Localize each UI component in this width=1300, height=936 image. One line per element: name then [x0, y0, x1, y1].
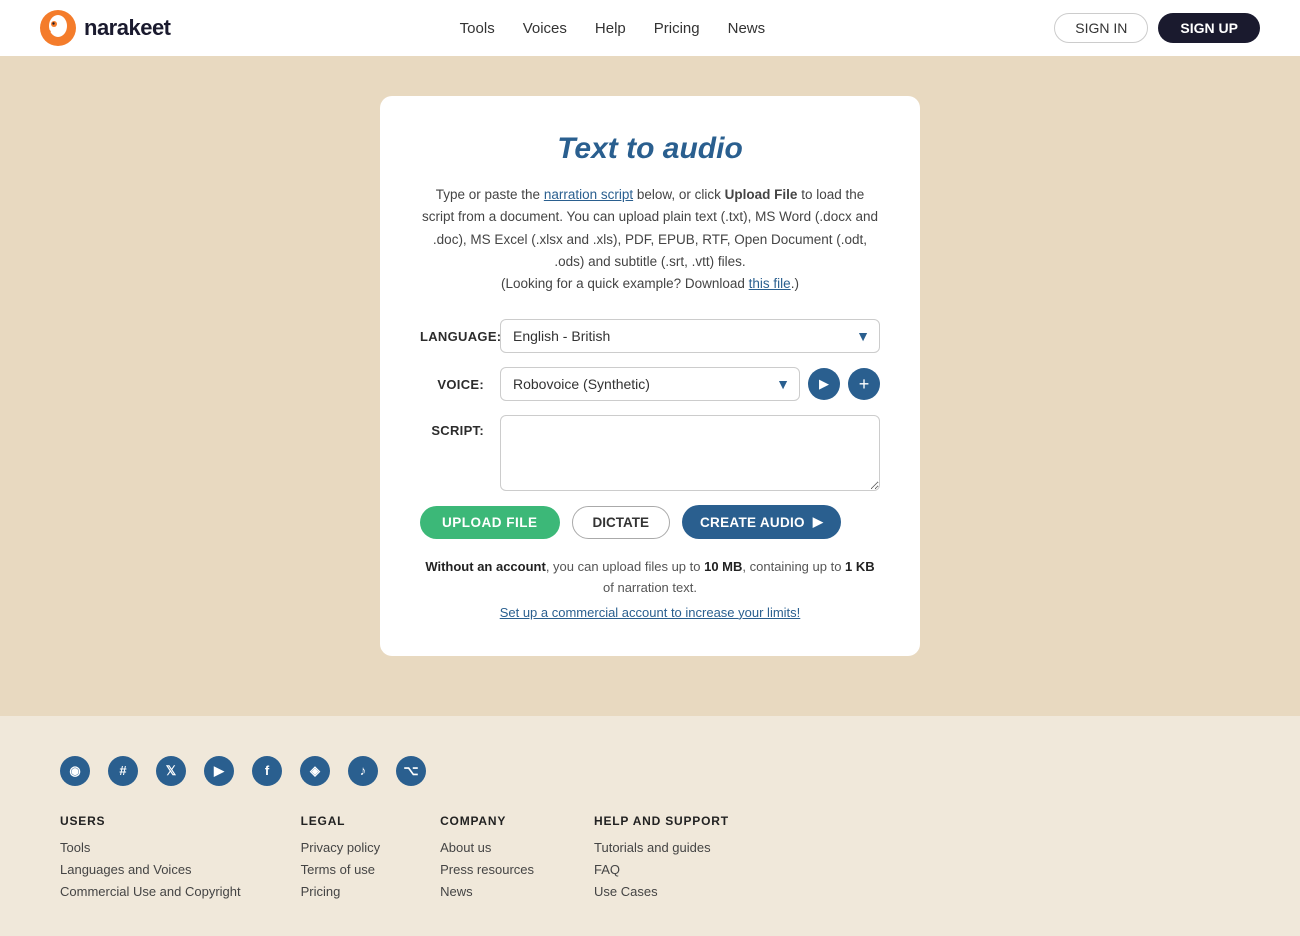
- nav-news[interactable]: News: [728, 20, 766, 37]
- footer-privacy-link[interactable]: Privacy policy: [301, 840, 380, 855]
- language-label: LANGUAGE:: [420, 329, 500, 344]
- action-row: UPLOAD FILE DICTATE CREATE AUDIO ▶: [420, 505, 880, 539]
- nav-help[interactable]: Help: [595, 20, 626, 37]
- voice-row: VOICE: Robovoice (Synthetic) Female voic…: [420, 367, 880, 401]
- create-audio-button[interactable]: CREATE AUDIO ▶: [682, 505, 841, 539]
- footer-commercial-link[interactable]: Commercial Use and Copyright: [60, 884, 241, 899]
- footer-tools-link[interactable]: Tools: [60, 840, 241, 855]
- footer-languages-link[interactable]: Languages and Voices: [60, 862, 241, 877]
- dictate-button[interactable]: DICTATE: [572, 506, 671, 539]
- upload-file-button[interactable]: UPLOAD FILE: [420, 506, 560, 539]
- footer-col-support: HELP AND SUPPORT Tutorials and guides FA…: [594, 814, 729, 906]
- footer-col-legal: LEGAL Privacy policy Terms of use Pricin…: [301, 814, 380, 906]
- card-title: Text to audio: [420, 132, 880, 166]
- language-select[interactable]: English - British English - American Spa…: [500, 319, 880, 353]
- signin-button[interactable]: SIGN IN: [1054, 13, 1148, 43]
- create-audio-label: CREATE AUDIO: [700, 515, 805, 530]
- voice-select[interactable]: Robovoice (Synthetic) Female voice Male …: [500, 367, 800, 401]
- narration-script-link[interactable]: narration script: [544, 187, 633, 202]
- footer-tutorials-link[interactable]: Tutorials and guides: [594, 840, 729, 855]
- footer-company-heading: COMPANY: [440, 814, 534, 828]
- github-icon[interactable]: ⌥: [396, 756, 426, 786]
- account-note: Without an account, you can upload files…: [420, 557, 880, 623]
- facebook-icon[interactable]: f: [252, 756, 282, 786]
- footer-columns: USERS Tools Languages and Voices Commerc…: [60, 814, 1240, 906]
- footer-terms-link[interactable]: Terms of use: [301, 862, 380, 877]
- voice-play-button[interactable]: ▶: [808, 368, 840, 400]
- youtube-icon[interactable]: ▶: [204, 756, 234, 786]
- main-nav: Tools Voices Help Pricing News: [460, 20, 765, 37]
- language-row: LANGUAGE: English - British English - Am…: [420, 319, 880, 353]
- logo-area: narakeet: [40, 10, 171, 46]
- card-description: Type or paste the narration script below…: [420, 184, 880, 295]
- footer-about-link[interactable]: About us: [440, 840, 534, 855]
- twitter-icon[interactable]: 𝕏: [156, 756, 186, 786]
- voice-add-button[interactable]: +: [848, 368, 880, 400]
- commercial-account-link[interactable]: Set up a commercial account to increase …: [420, 603, 880, 624]
- rss-icon[interactable]: ◉: [60, 756, 90, 786]
- footer-col-users: USERS Tools Languages and Voices Commerc…: [60, 814, 241, 906]
- footer-faq-link[interactable]: FAQ: [594, 862, 729, 877]
- header-actions: SIGN IN SIGN UP: [1054, 13, 1260, 43]
- footer-col-company: COMPANY About us Press resources News: [440, 814, 534, 906]
- footer-support-heading: HELP AND SUPPORT: [594, 814, 729, 828]
- voice-select-wrap: Robovoice (Synthetic) Female voice Male …: [500, 367, 800, 401]
- slack-icon[interactable]: #: [108, 756, 138, 786]
- footer-users-heading: USERS: [60, 814, 241, 828]
- header: narakeet Tools Voices Help Pricing News …: [0, 0, 1300, 56]
- logo-icon: [40, 10, 76, 46]
- create-audio-play-icon: ▶: [813, 514, 823, 530]
- nav-pricing[interactable]: Pricing: [654, 20, 700, 37]
- language-select-wrap: English - British English - American Spa…: [500, 319, 880, 353]
- footer-legal-heading: LEGAL: [301, 814, 380, 828]
- voice-label: VOICE:: [420, 377, 500, 392]
- footer: ◉ # 𝕏 ▶ f ◈ ♪ ⌥ USERS Tools Languages an…: [0, 716, 1300, 936]
- instagram-icon[interactable]: ◈: [300, 756, 330, 786]
- footer-news-link[interactable]: News: [440, 884, 534, 899]
- voice-controls: Robovoice (Synthetic) Female voice Male …: [500, 367, 880, 401]
- social-icons-row: ◉ # 𝕏 ▶ f ◈ ♪ ⌥: [60, 756, 1240, 786]
- main-content: Text to audio Type or paste the narratio…: [0, 56, 1300, 716]
- example-file-link[interactable]: this file: [749, 276, 791, 291]
- nav-voices[interactable]: Voices: [523, 20, 567, 37]
- tiktok-icon[interactable]: ♪: [348, 756, 378, 786]
- nav-tools[interactable]: Tools: [460, 20, 495, 37]
- script-row: SCRIPT:: [420, 415, 880, 491]
- script-textarea[interactable]: [500, 415, 880, 491]
- signup-button[interactable]: SIGN UP: [1158, 13, 1260, 43]
- text-to-audio-card: Text to audio Type or paste the narratio…: [380, 96, 920, 656]
- footer-usecases-link[interactable]: Use Cases: [594, 884, 729, 899]
- logo-text: narakeet: [84, 15, 171, 41]
- script-label: SCRIPT:: [420, 415, 500, 438]
- footer-press-link[interactable]: Press resources: [440, 862, 534, 877]
- footer-pricing-link[interactable]: Pricing: [301, 884, 380, 899]
